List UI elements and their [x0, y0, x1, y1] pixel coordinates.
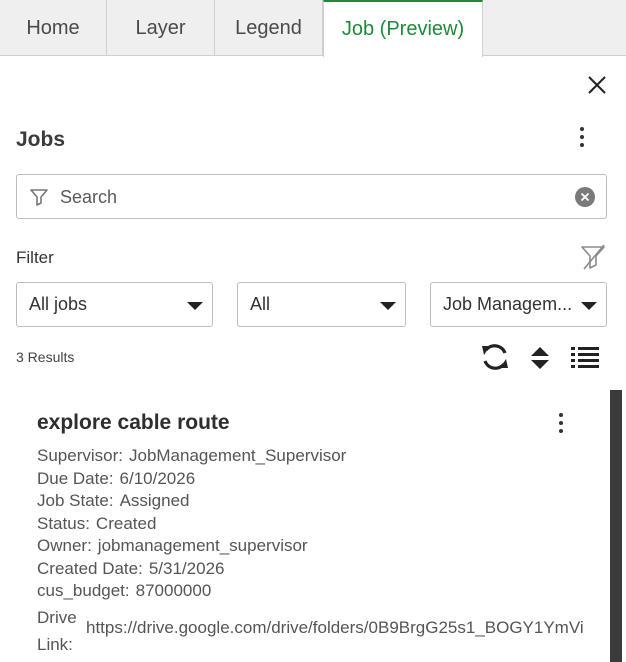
job-field-budget: cus_budget: 87000000	[37, 581, 211, 601]
tab-job-preview[interactable]: Job (Preview)	[323, 0, 483, 57]
chevron-down-icon	[380, 302, 396, 310]
drive-link-label: Drive Link:	[37, 608, 77, 654]
scrollbar[interactable]	[610, 390, 622, 662]
panel-title: Jobs	[16, 128, 66, 151]
job-scope-value: All jobs	[29, 294, 88, 314]
search-input[interactable]	[60, 183, 560, 211]
field-key: Status:	[37, 514, 90, 533]
chevron-down-icon	[581, 302, 597, 310]
field-value: 5/31/2026	[148, 559, 225, 578]
job-type-select[interactable]: Job Managem...	[430, 282, 607, 327]
field-key: cus_budget:	[37, 581, 130, 600]
job-title[interactable]: explore cable route	[37, 411, 230, 435]
job-field-status: Status: Created	[37, 514, 156, 534]
close-icon[interactable]	[584, 72, 610, 98]
list-view-icon[interactable]	[570, 345, 600, 369]
field-value: Assigned	[119, 491, 190, 510]
kebab-menu-icon[interactable]	[551, 411, 571, 435]
tab-legend[interactable]: Legend	[215, 0, 323, 56]
drive-link-value[interactable]: https://drive.google.com/drive/folders/0…	[86, 618, 606, 638]
field-key: Job State:	[37, 491, 114, 510]
field-value: 6/10/2026	[119, 469, 196, 488]
clear-filter-icon[interactable]	[580, 243, 606, 271]
field-value: 87000000	[135, 581, 212, 600]
field-key: Due Date:	[37, 469, 114, 488]
field-value: jobmanagement_supervisor	[97, 536, 308, 555]
job-scope-select[interactable]: All jobs	[16, 282, 213, 327]
field-key: Owner:	[37, 536, 92, 555]
tab-layer[interactable]: Layer	[107, 0, 215, 56]
job-type-value: Job Managem...	[443, 294, 573, 314]
filter-funnel-icon	[30, 189, 48, 206]
job-status-value: All	[250, 294, 271, 314]
job-field-created-date: Created Date: 5/31/2026	[37, 559, 224, 579]
job-field-due-date: Due Date: 6/10/2026	[37, 469, 195, 489]
kebab-menu-icon[interactable]	[572, 125, 592, 149]
field-key: Supervisor:	[37, 446, 123, 465]
sort-icon[interactable]	[528, 344, 552, 372]
job-field-owner: Owner: jobmanagement_supervisor	[37, 536, 308, 556]
clear-circle-icon[interactable]	[575, 187, 595, 207]
job-status-select[interactable]: All	[237, 282, 406, 327]
chevron-down-icon	[187, 302, 203, 310]
field-value: JobManagement_Supervisor	[128, 446, 347, 465]
field-key: Created Date:	[37, 559, 143, 578]
search-box	[16, 174, 607, 219]
refresh-icon[interactable]	[478, 340, 512, 374]
tab-bar: Home Layer Legend Job (Preview)	[0, 0, 626, 57]
tab-home[interactable]: Home	[0, 0, 107, 56]
job-field-job-state: Job State: Assigned	[37, 491, 190, 511]
results-count: 3 Results	[16, 349, 75, 365]
job-field-supervisor: Supervisor: JobManagement_Supervisor	[37, 446, 346, 466]
filter-label: Filter	[16, 248, 54, 267]
field-value: Created	[95, 514, 157, 533]
